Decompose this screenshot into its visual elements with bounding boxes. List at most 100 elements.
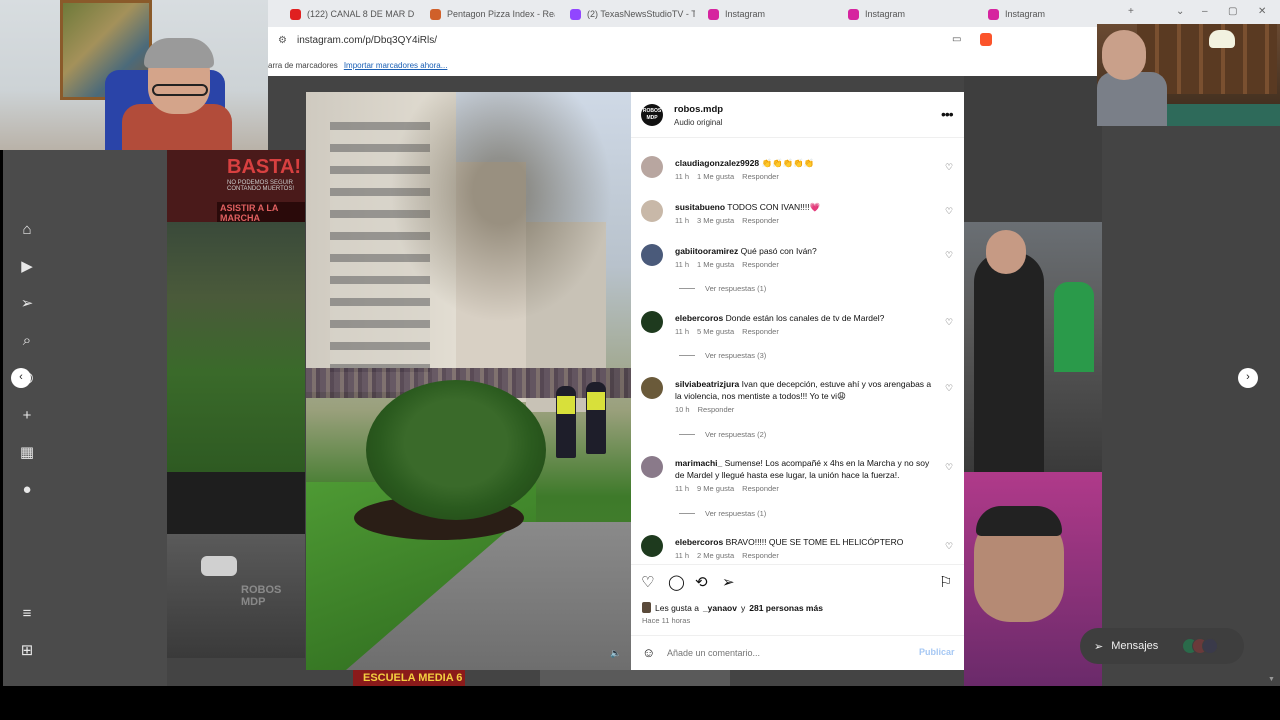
comment-likes[interactable]: 1 Me gusta xyxy=(697,260,734,269)
commenter-avatar[interactable] xyxy=(641,377,663,399)
emoji-icon[interactable]: ☺ xyxy=(642,645,655,660)
twitch-icon xyxy=(570,8,581,20)
minimize-icon[interactable]: – xyxy=(1202,6,1208,17)
audio-label[interactable]: Audio original xyxy=(674,118,722,127)
tab-pentagon-pizza[interactable]: Pentagon Pizza Index - Real-T xyxy=(430,4,555,24)
address-bar: ⚙ instagram.com/p/Dbq3QY4iRls/ ▭ xyxy=(268,27,1097,54)
likes-summary[interactable]: Les gusta a _yanaov y 281 personas más xyxy=(642,602,823,613)
comment-user[interactable]: gabiitooramirez xyxy=(675,246,738,256)
comment-likes[interactable]: 2 Me gusta xyxy=(697,551,734,560)
reply-link[interactable]: Responder xyxy=(742,327,779,336)
reels-icon[interactable]: ▶ xyxy=(17,257,37,277)
heart-icon[interactable]: ♡ xyxy=(945,250,953,261)
tab-list-icon[interactable]: ⌄ xyxy=(1176,6,1184,17)
commenter-avatar[interactable] xyxy=(641,456,663,478)
url-text[interactable]: instagram.com/p/Dbq3QY4iRls/ xyxy=(297,35,437,46)
tab-instagram-3[interactable]: Instagram xyxy=(988,4,1113,24)
comment-user[interactable]: silviabeatrizjura xyxy=(675,379,739,389)
commenter-avatar[interactable] xyxy=(641,244,663,266)
reply-link[interactable]: Responder xyxy=(698,405,735,414)
reply-link[interactable]: Responder xyxy=(742,172,779,181)
bookmark-icon[interactable]: ⚐ xyxy=(939,573,952,591)
commenter-avatar[interactable] xyxy=(641,200,663,222)
new-tab-icon[interactable]: + xyxy=(1128,6,1134,17)
next-post-button[interactable]: › xyxy=(1238,368,1258,388)
reply-link[interactable]: Responder xyxy=(742,551,779,560)
view-replies-link[interactable]: Ver respuestas (1) xyxy=(679,509,766,518)
reply-link[interactable]: Responder xyxy=(742,260,779,269)
tab-twitch[interactable]: (2) TexasNewsStudioTV - Twit xyxy=(570,4,695,24)
view-replies-link[interactable]: Ver respuestas (2) xyxy=(679,430,766,439)
account-avatar[interactable]: ROBOS MDP xyxy=(641,104,663,126)
tab-instagram-1[interactable]: Instagram xyxy=(708,4,833,24)
direct-send-icon[interactable]: ➢ xyxy=(17,294,37,314)
host-hair xyxy=(144,38,214,68)
heart-icon[interactable]: ♡ xyxy=(945,383,953,394)
comment-likes[interactable]: 1 Me gusta xyxy=(697,172,734,181)
cast-icon[interactable]: ▭ xyxy=(952,34,961,45)
grid-tile-street[interactable]: ROBOS MDP xyxy=(167,534,305,658)
post-media[interactable]: 🔈 xyxy=(306,92,631,670)
more-options-icon[interactable]: ••• xyxy=(941,106,954,122)
like-heart-icon[interactable]: ♡ xyxy=(641,573,654,591)
comment-user[interactable]: marimachi_ xyxy=(675,458,722,468)
heart-icon[interactable]: ♡ xyxy=(945,462,953,473)
tab-instagram-2[interactable]: Instagram xyxy=(848,4,973,24)
close-icon[interactable]: ✕ xyxy=(1258,6,1266,17)
heart-icon[interactable]: ♡ xyxy=(945,206,953,217)
view-replies-link[interactable]: Ver respuestas (3) xyxy=(679,351,766,360)
tab-canal8[interactable]: (122) CANAL 8 DE MAR DEL P xyxy=(290,4,415,24)
import-bookmarks-link[interactable]: Importar marcadores ahora... xyxy=(344,61,448,70)
comment-likes[interactable]: 3 Me gusta xyxy=(697,216,734,225)
comment-likes[interactable]: 5 Me gusta xyxy=(697,327,734,336)
reply-link[interactable]: Responder xyxy=(742,216,779,225)
apps-icon[interactable]: ⊞ xyxy=(17,641,37,661)
search-icon[interactable]: ⌕ xyxy=(17,331,37,351)
home-icon[interactable]: ⌂ xyxy=(17,220,37,240)
dashboard-icon[interactable]: ▦ xyxy=(17,443,37,463)
heart-icon[interactable]: ♡ xyxy=(945,541,953,552)
heart-icon[interactable]: ♡ xyxy=(945,162,953,173)
grid-tile-park[interactable] xyxy=(167,222,305,472)
comment-user[interactable]: elebercoros xyxy=(675,313,723,323)
previous-post-button[interactable]: ‹ xyxy=(11,368,31,388)
repost-icon[interactable]: ⟲ xyxy=(695,573,708,591)
comment-user[interactable]: susitabueno xyxy=(675,202,725,212)
scroll-down-arrow[interactable]: ▼ xyxy=(1268,676,1275,683)
grid-tile-right-top[interactable] xyxy=(964,76,1102,222)
volume-icon[interactable]: 🔈 xyxy=(609,646,623,660)
heart-icon[interactable]: ♡ xyxy=(945,317,953,328)
commenter-avatar[interactable] xyxy=(641,156,663,178)
post-actions: ♡ ◯ ⟲ ➢ ⚐ Les gusta a _yanaov y 281 pers… xyxy=(631,564,964,622)
commenter-avatar[interactable] xyxy=(641,311,663,333)
commenter-avatar[interactable] xyxy=(641,535,663,557)
profile-avatar[interactable]: ● xyxy=(17,480,37,500)
hair-shape xyxy=(976,506,1062,536)
site-settings-icon[interactable]: ⚙ xyxy=(278,35,287,46)
menu-icon[interactable]: ≡ xyxy=(17,604,37,624)
publish-button[interactable]: Publicar xyxy=(919,647,955,657)
messages-button[interactable]: ➢ Mensajes xyxy=(1080,628,1244,664)
view-replies-link[interactable]: Ver respuestas (1) xyxy=(679,284,766,293)
grid-tile-protest[interactable] xyxy=(964,222,1102,472)
comment-text: 👏👏👏👏👏 xyxy=(761,158,815,168)
webcam-overlay-left xyxy=(0,0,268,150)
comment-time: 11 h xyxy=(675,172,690,181)
comments-list[interactable]: claudiagonzalez9928 👏👏👏👏👏 11 h 1 Me gusta… xyxy=(631,138,964,564)
grid-tile-escuela[interactable]: ESCUELA MEDIA 6 xyxy=(353,668,465,686)
comment-user[interactable]: claudiagonzalez9928 xyxy=(675,158,759,168)
comment-user[interactable]: elebercoros xyxy=(675,537,723,547)
grid-tile-basta[interactable]: BASTA! NO PODEMOS SEGUIR CONTANDO MUERTO… xyxy=(167,150,305,222)
maximize-icon[interactable]: ▢ xyxy=(1228,6,1237,17)
create-icon[interactable]: + xyxy=(17,406,37,426)
comment-bubble-icon[interactable]: ◯ xyxy=(668,573,685,591)
comment-input[interactable] xyxy=(667,645,907,661)
comment-likes[interactable]: 9 Me gusta xyxy=(697,484,734,493)
grid-tile-dark[interactable] xyxy=(167,472,305,534)
person-green-shape xyxy=(1054,282,1094,372)
reply-link[interactable]: Responder xyxy=(742,484,779,493)
post-username[interactable]: robos.mdp xyxy=(674,104,723,115)
share-icon[interactable]: ➢ xyxy=(722,573,735,591)
grid-tile-bottom-2[interactable] xyxy=(540,668,730,686)
brave-shield-icon[interactable] xyxy=(980,33,992,46)
